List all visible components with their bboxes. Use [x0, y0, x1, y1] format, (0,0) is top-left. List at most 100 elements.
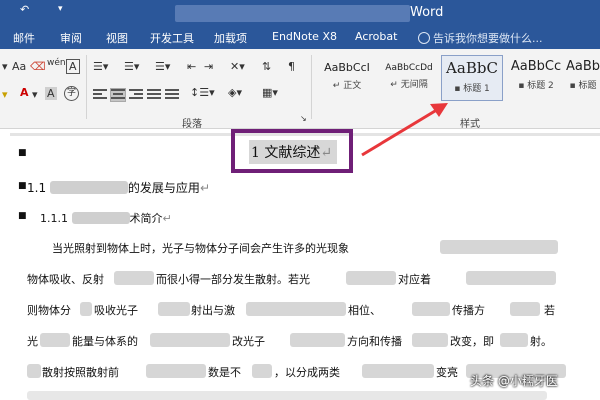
align-center-icon[interactable]: [110, 88, 126, 102]
style-name: ↵ 无间隔: [390, 80, 428, 90]
paragraph-marker: ■: [18, 181, 27, 191]
style-sample: AaBbCcI: [324, 61, 370, 74]
heading-3: 1.1.1 术简介↵: [40, 210, 172, 226]
paragraph-line: 若: [544, 304, 555, 317]
aa-icon[interactable]: Aa: [12, 61, 26, 72]
style-sample: AaBbC: [446, 59, 498, 77]
show-marks-icon[interactable]: ¶: [288, 61, 295, 72]
char-border-icon[interactable]: A: [66, 59, 80, 74]
justify-icon[interactable]: [147, 89, 161, 101]
paragraph-line: 改光子: [232, 335, 265, 348]
tab-endnote[interactable]: EndNote X8: [272, 30, 337, 43]
style-name-text: 标题: [578, 81, 597, 91]
increase-indent-icon[interactable]: ⇥: [204, 61, 213, 72]
decrease-indent-icon[interactable]: ⇤: [187, 61, 196, 72]
paragraph-line: 能量与体系的: [72, 335, 138, 348]
char-shading-icon[interactable]: A: [45, 87, 57, 100]
tab-review[interactable]: 审阅: [60, 30, 82, 46]
undo-arrow-icon[interactable]: ↶: [20, 3, 29, 16]
paragraph-line: 物体吸收、反射: [27, 273, 104, 286]
blurred-text: [150, 333, 230, 347]
blurred-text: [500, 333, 528, 347]
pinyin-icon[interactable]: wén: [47, 59, 66, 68]
sort-icon[interactable]: ⇅: [262, 61, 271, 72]
eraser-icon[interactable]: ⌫: [30, 61, 46, 72]
tell-me-search[interactable]: 告诉我你想要做什么...: [418, 30, 543, 46]
paragraph-line: 数是不: [208, 366, 241, 379]
borders-icon[interactable]: ▦▾: [262, 87, 278, 98]
paragraph-line: 射出与激: [191, 304, 235, 317]
style-name: ↵ 正文: [332, 81, 362, 91]
document-page[interactable]: ■ 1 文献综述↵ ■ 1.1 的发展与应用↵ ■ 1.1.1 术简介↵ 当光照…: [0, 129, 600, 400]
multilevel-list-icon[interactable]: ☰▾: [155, 61, 170, 72]
quick-access-dropdown-icon[interactable]: ▾: [58, 4, 63, 14]
paragraph-line: 射。: [530, 335, 552, 348]
style-name-text: 标题 2: [527, 81, 554, 91]
shading-icon[interactable]: ◈▾: [228, 87, 242, 98]
style-heading-1[interactable]: AaBbC ▪ 标题 1: [441, 55, 503, 101]
paragraph-mark: ↵: [162, 212, 172, 225]
blurred-text: [246, 302, 346, 316]
heading-2-number: 1.1: [27, 181, 47, 195]
heading-3-text: 术简介: [129, 212, 163, 225]
paragraph-line: 光: [27, 335, 38, 348]
paragraph-mark: ↵: [320, 145, 333, 161]
style-title[interactable]: AaBb ▪ 标题: [566, 55, 600, 101]
distributed-icon[interactable]: [165, 89, 179, 101]
styles-gallery: AaBbCcI ↵ 正文 AaBbCcDd ↵ 无间隔 AaBbC ▪ 标题 1…: [316, 55, 600, 101]
paragraph-line: 当光照射到物体上时，光子与物体分子间会产生许多的光现象: [52, 242, 349, 255]
style-heading-2[interactable]: AaBbCc ▪ 标题 2: [505, 55, 567, 101]
blurred-text: [80, 302, 92, 316]
style-sample: AaBbCc: [510, 59, 562, 74]
selected-heading[interactable]: 1 文献综述↵: [249, 140, 337, 164]
blurred-text: [146, 364, 206, 378]
tab-view[interactable]: 视图: [106, 30, 128, 46]
paragraph-line: 对应着: [398, 273, 431, 286]
blurred-text: [40, 333, 70, 347]
separator: [311, 55, 312, 119]
paragraph-line: 改变，即: [450, 335, 494, 348]
blurred-text: [412, 302, 450, 316]
numbering-icon[interactable]: ☰▾: [124, 61, 139, 72]
blurred-text: [510, 302, 540, 316]
heading-1-label: 1 文献综述: [251, 145, 321, 161]
align-right-icon[interactable]: [129, 89, 143, 101]
tab-developer[interactable]: 开发工具: [150, 30, 194, 46]
blurred-text: [71, 212, 130, 224]
enclosed-char-icon[interactable]: 字: [64, 86, 79, 101]
font-size-down-icon[interactable]: ▾: [2, 61, 8, 72]
blurred-text: [362, 364, 434, 378]
blurred-text: [252, 364, 272, 378]
chinese-layout-icon[interactable]: ✕▾: [230, 61, 245, 72]
style-name-text: 正文: [343, 81, 362, 91]
title-bar: ↶ ▾ Word: [0, 0, 600, 27]
watermark: 头条 @小糯牙医: [470, 374, 558, 388]
tab-mailings[interactable]: 邮件: [13, 30, 35, 46]
lightbulb-icon: [418, 32, 430, 44]
highlight-icon[interactable]: ▾: [2, 89, 8, 100]
paragraph-mark: ↵: [199, 181, 210, 195]
paragraph-line: 方向和传播: [347, 335, 402, 348]
paragraph-marker: ■: [18, 148, 27, 158]
style-sample: AaBbCcDd: [385, 63, 433, 73]
paragraph-line: 传播方: [452, 304, 485, 317]
heading-1-text: 1 文献综述↵: [251, 142, 332, 162]
ribbon-tabs: 邮件 审阅 视图 开发工具 加载项 EndNote X8 Acrobat 告诉我…: [0, 27, 600, 49]
blurred-text: [27, 391, 547, 400]
tab-addins[interactable]: 加载项: [214, 30, 247, 46]
align-left-icon[interactable]: [93, 89, 107, 101]
paragraph-line: 则物体分: [27, 304, 71, 317]
app-title: Word: [410, 5, 444, 20]
tab-acrobat[interactable]: Acrobat: [355, 30, 397, 43]
annotation-highlight-box: 1 文献综述↵: [231, 129, 353, 173]
bullets-icon[interactable]: ☰▾: [93, 61, 108, 72]
style-normal[interactable]: AaBbCcI ↵ 正文: [316, 55, 378, 101]
blurred-text: [49, 181, 128, 194]
style-name-text: 标题 1: [463, 84, 490, 94]
word-window: ↶ ▾ Word 邮件 审阅 视图 开发工具 加载项 EndNote X8 Ac…: [0, 0, 600, 400]
style-no-spacing[interactable]: AaBbCcDd ↵ 无间隔: [378, 55, 440, 101]
line-spacing-icon[interactable]: ↕☰▾: [190, 87, 215, 98]
font-color-dropdown-icon[interactable]: ▾: [32, 89, 38, 100]
font-color-icon[interactable]: A: [20, 87, 29, 98]
dialog-launcher-icon[interactable]: ↘: [300, 115, 307, 123]
